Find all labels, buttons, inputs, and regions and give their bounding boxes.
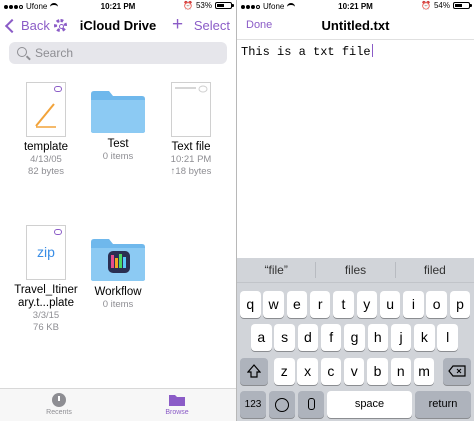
- delete-icon: [448, 365, 466, 377]
- editor-content: This is a txt file: [241, 45, 371, 59]
- folder-icon: [168, 393, 186, 407]
- suggestion-3[interactable]: filed: [396, 258, 474, 282]
- key-k[interactable]: k: [414, 324, 435, 351]
- key-w[interactable]: w: [263, 291, 284, 318]
- file-name: Test: [107, 138, 129, 150]
- key-g[interactable]: g: [344, 324, 365, 351]
- suggestion-1[interactable]: “file”: [237, 258, 315, 282]
- battery-icon: [453, 2, 472, 9]
- file-name: template: [23, 141, 69, 153]
- select-button[interactable]: Select: [194, 18, 230, 33]
- key-v[interactable]: v: [343, 358, 365, 385]
- key-t[interactable]: t: [333, 291, 354, 318]
- file-date: 4/13/05: [30, 154, 62, 165]
- battery-percent: 53%: [195, 1, 212, 10]
- document-thumbnail: zip: [26, 225, 66, 280]
- key-m[interactable]: m: [413, 358, 435, 385]
- key-h[interactable]: h: [367, 324, 389, 351]
- key-u[interactable]: u: [379, 291, 401, 318]
- text-caret: [371, 44, 373, 57]
- numbers-key[interactable]: 123: [240, 391, 266, 418]
- tab-browse[interactable]: Browse: [142, 393, 212, 416]
- key-e[interactable]: e: [286, 291, 308, 318]
- alarm-icon: ⏰: [421, 1, 431, 10]
- search-input[interactable]: [35, 45, 215, 61]
- key-c[interactable]: c: [320, 358, 342, 385]
- emoji-icon: [275, 398, 289, 412]
- key-n[interactable]: n: [390, 358, 412, 385]
- file-size: 82 bytes: [28, 166, 64, 177]
- key-z[interactable]: z: [274, 358, 295, 385]
- file-item-text-file[interactable]: Text file 10:21 PM ↑18 bytes: [158, 82, 224, 178]
- folder-item-test[interactable]: Test 0 items: [85, 88, 151, 163]
- file-date: 10:21 PM: [170, 154, 212, 165]
- search-bar[interactable]: [9, 42, 227, 64]
- tab-bar: Recents Browse: [0, 388, 236, 421]
- file-size: 76 KB: [33, 322, 59, 333]
- file-item-travel-itinerary[interactable]: zip Travel_Itiner ary.t...plate 3/3/15 7…: [13, 225, 79, 334]
- suggestion-2[interactable]: files: [316, 258, 394, 282]
- key-p[interactable]: p: [449, 291, 471, 318]
- key-s[interactable]: s: [274, 324, 295, 351]
- nav-bar: Done Untitled.txt: [237, 13, 474, 40]
- key-d[interactable]: d: [297, 324, 319, 351]
- icloud-drive-screen: Ufone 10:21 PM ⏰ 53% Back iCloud Drive +…: [0, 0, 236, 421]
- file-size: ↑18 bytes: [170, 166, 212, 177]
- add-button[interactable]: +: [172, 15, 183, 34]
- cloud-download-icon: [54, 229, 62, 235]
- shift-icon: [246, 364, 262, 378]
- key-l[interactable]: l: [437, 324, 458, 351]
- folder-item-workflow[interactable]: Workflow 0 items: [85, 236, 151, 311]
- folder-icon: [89, 88, 147, 134]
- space-key[interactable]: space: [327, 391, 412, 418]
- clock-icon: [52, 393, 66, 407]
- return-key[interactable]: return: [415, 391, 471, 418]
- pencil-icon: [35, 103, 56, 128]
- key-x[interactable]: x: [297, 358, 318, 385]
- nav-bar: Back iCloud Drive + Select: [0, 13, 236, 39]
- document-thumbnail: [171, 82, 211, 137]
- suggestion-bar: “file” files filed: [237, 258, 474, 283]
- file-name-continued: ary.t...plate: [17, 297, 75, 309]
- file-name: Travel_Itiner: [14, 284, 78, 296]
- key-o[interactable]: o: [426, 291, 447, 318]
- key-r[interactable]: r: [309, 291, 331, 318]
- battery-percent: 54%: [433, 1, 450, 10]
- file-item-template[interactable]: template 4/13/05 82 bytes: [13, 82, 79, 178]
- document-title: Untitled.txt: [321, 18, 390, 33]
- mic-key[interactable]: [298, 391, 324, 418]
- key-q[interactable]: q: [240, 291, 261, 318]
- tab-recents[interactable]: Recents: [24, 393, 94, 416]
- file-date: 3/3/15: [32, 310, 60, 321]
- item-count: 0 items: [102, 151, 134, 162]
- key-f[interactable]: f: [320, 324, 342, 351]
- file-name: Text file: [171, 141, 211, 153]
- battery-icon: [215, 2, 234, 9]
- key-a[interactable]: a: [251, 324, 272, 351]
- emoji-key[interactable]: [269, 391, 295, 418]
- search-icon: [17, 47, 27, 57]
- item-count: 0 items: [102, 299, 134, 310]
- file-name: Workflow: [94, 286, 142, 298]
- status-bar: Ufone 10:21 PM ⏰ 53%: [0, 0, 236, 12]
- document-thumbnail: [26, 82, 66, 137]
- delete-key[interactable]: [443, 358, 471, 385]
- text-editor[interactable]: This is a txt file: [241, 44, 373, 59]
- text-editor-screen: Ufone 10:21 PM ⏰ 54% Done Untitled.txt T…: [237, 0, 474, 421]
- key-i[interactable]: i: [403, 291, 424, 318]
- key-b[interactable]: b: [367, 358, 388, 385]
- folder-icon: [89, 236, 147, 282]
- zip-label: zip: [37, 244, 55, 260]
- shift-key[interactable]: [240, 358, 268, 385]
- mic-icon: [307, 398, 315, 410]
- status-bar: Ufone 10:21 PM ⏰ 54%: [237, 0, 474, 12]
- key-j[interactable]: j: [390, 324, 412, 351]
- alarm-icon: ⏰: [183, 1, 193, 10]
- keyboard: “file” files filed 123 space return qwer…: [237, 258, 474, 421]
- key-y[interactable]: y: [356, 291, 378, 318]
